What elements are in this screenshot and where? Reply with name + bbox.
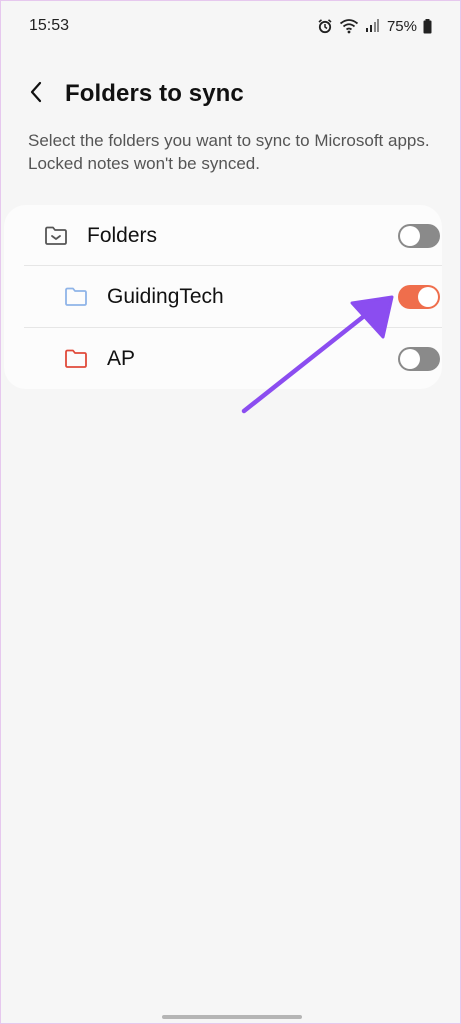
folder-row-folders[interactable]: Folders: [4, 205, 442, 266]
ap-toggle[interactable]: [398, 346, 440, 371]
app-bar: Folders to sync: [21, 69, 440, 119]
folder-row-guidingtech[interactable]: GuidingTech: [4, 266, 442, 327]
status-time: 15:53: [29, 17, 70, 34]
folder-label: AP: [107, 346, 136, 370]
battery-percent: 75%: [386, 17, 417, 35]
toggle-knob: [418, 286, 438, 307]
home-indicator[interactable]: [162, 1015, 302, 1019]
status-bar: 15:53 75%: [1, 1, 460, 51]
folder-label: GuidingTech: [107, 284, 224, 308]
folder-row-ap[interactable]: AP: [4, 328, 442, 389]
chevron-left-icon: [29, 81, 43, 108]
folders-card: Folders GuidingTech AP: [4, 205, 442, 389]
description-text: Select the folders you want to sync to M…: [28, 131, 430, 173]
wifi-icon: [339, 18, 359, 34]
signal-icon: [365, 19, 379, 33]
battery-icon: [423, 18, 432, 34]
folder-outline-icon: [44, 226, 68, 246]
folders-toggle[interactable]: [398, 223, 440, 248]
screen: 15:53 75% Folders to sync Select the fol…: [0, 0, 461, 1024]
folder-icon: [64, 349, 88, 369]
folder-label: Folders: [87, 223, 158, 247]
page-title: Folders to sync: [65, 80, 244, 107]
folder-icon: [64, 287, 88, 307]
toggle-knob: [400, 225, 420, 246]
status-icons: 75%: [317, 18, 432, 35]
back-button[interactable]: [21, 74, 51, 114]
guidingtech-toggle[interactable]: [398, 284, 440, 309]
alarm-icon: [317, 18, 333, 34]
toggle-knob: [400, 348, 420, 369]
